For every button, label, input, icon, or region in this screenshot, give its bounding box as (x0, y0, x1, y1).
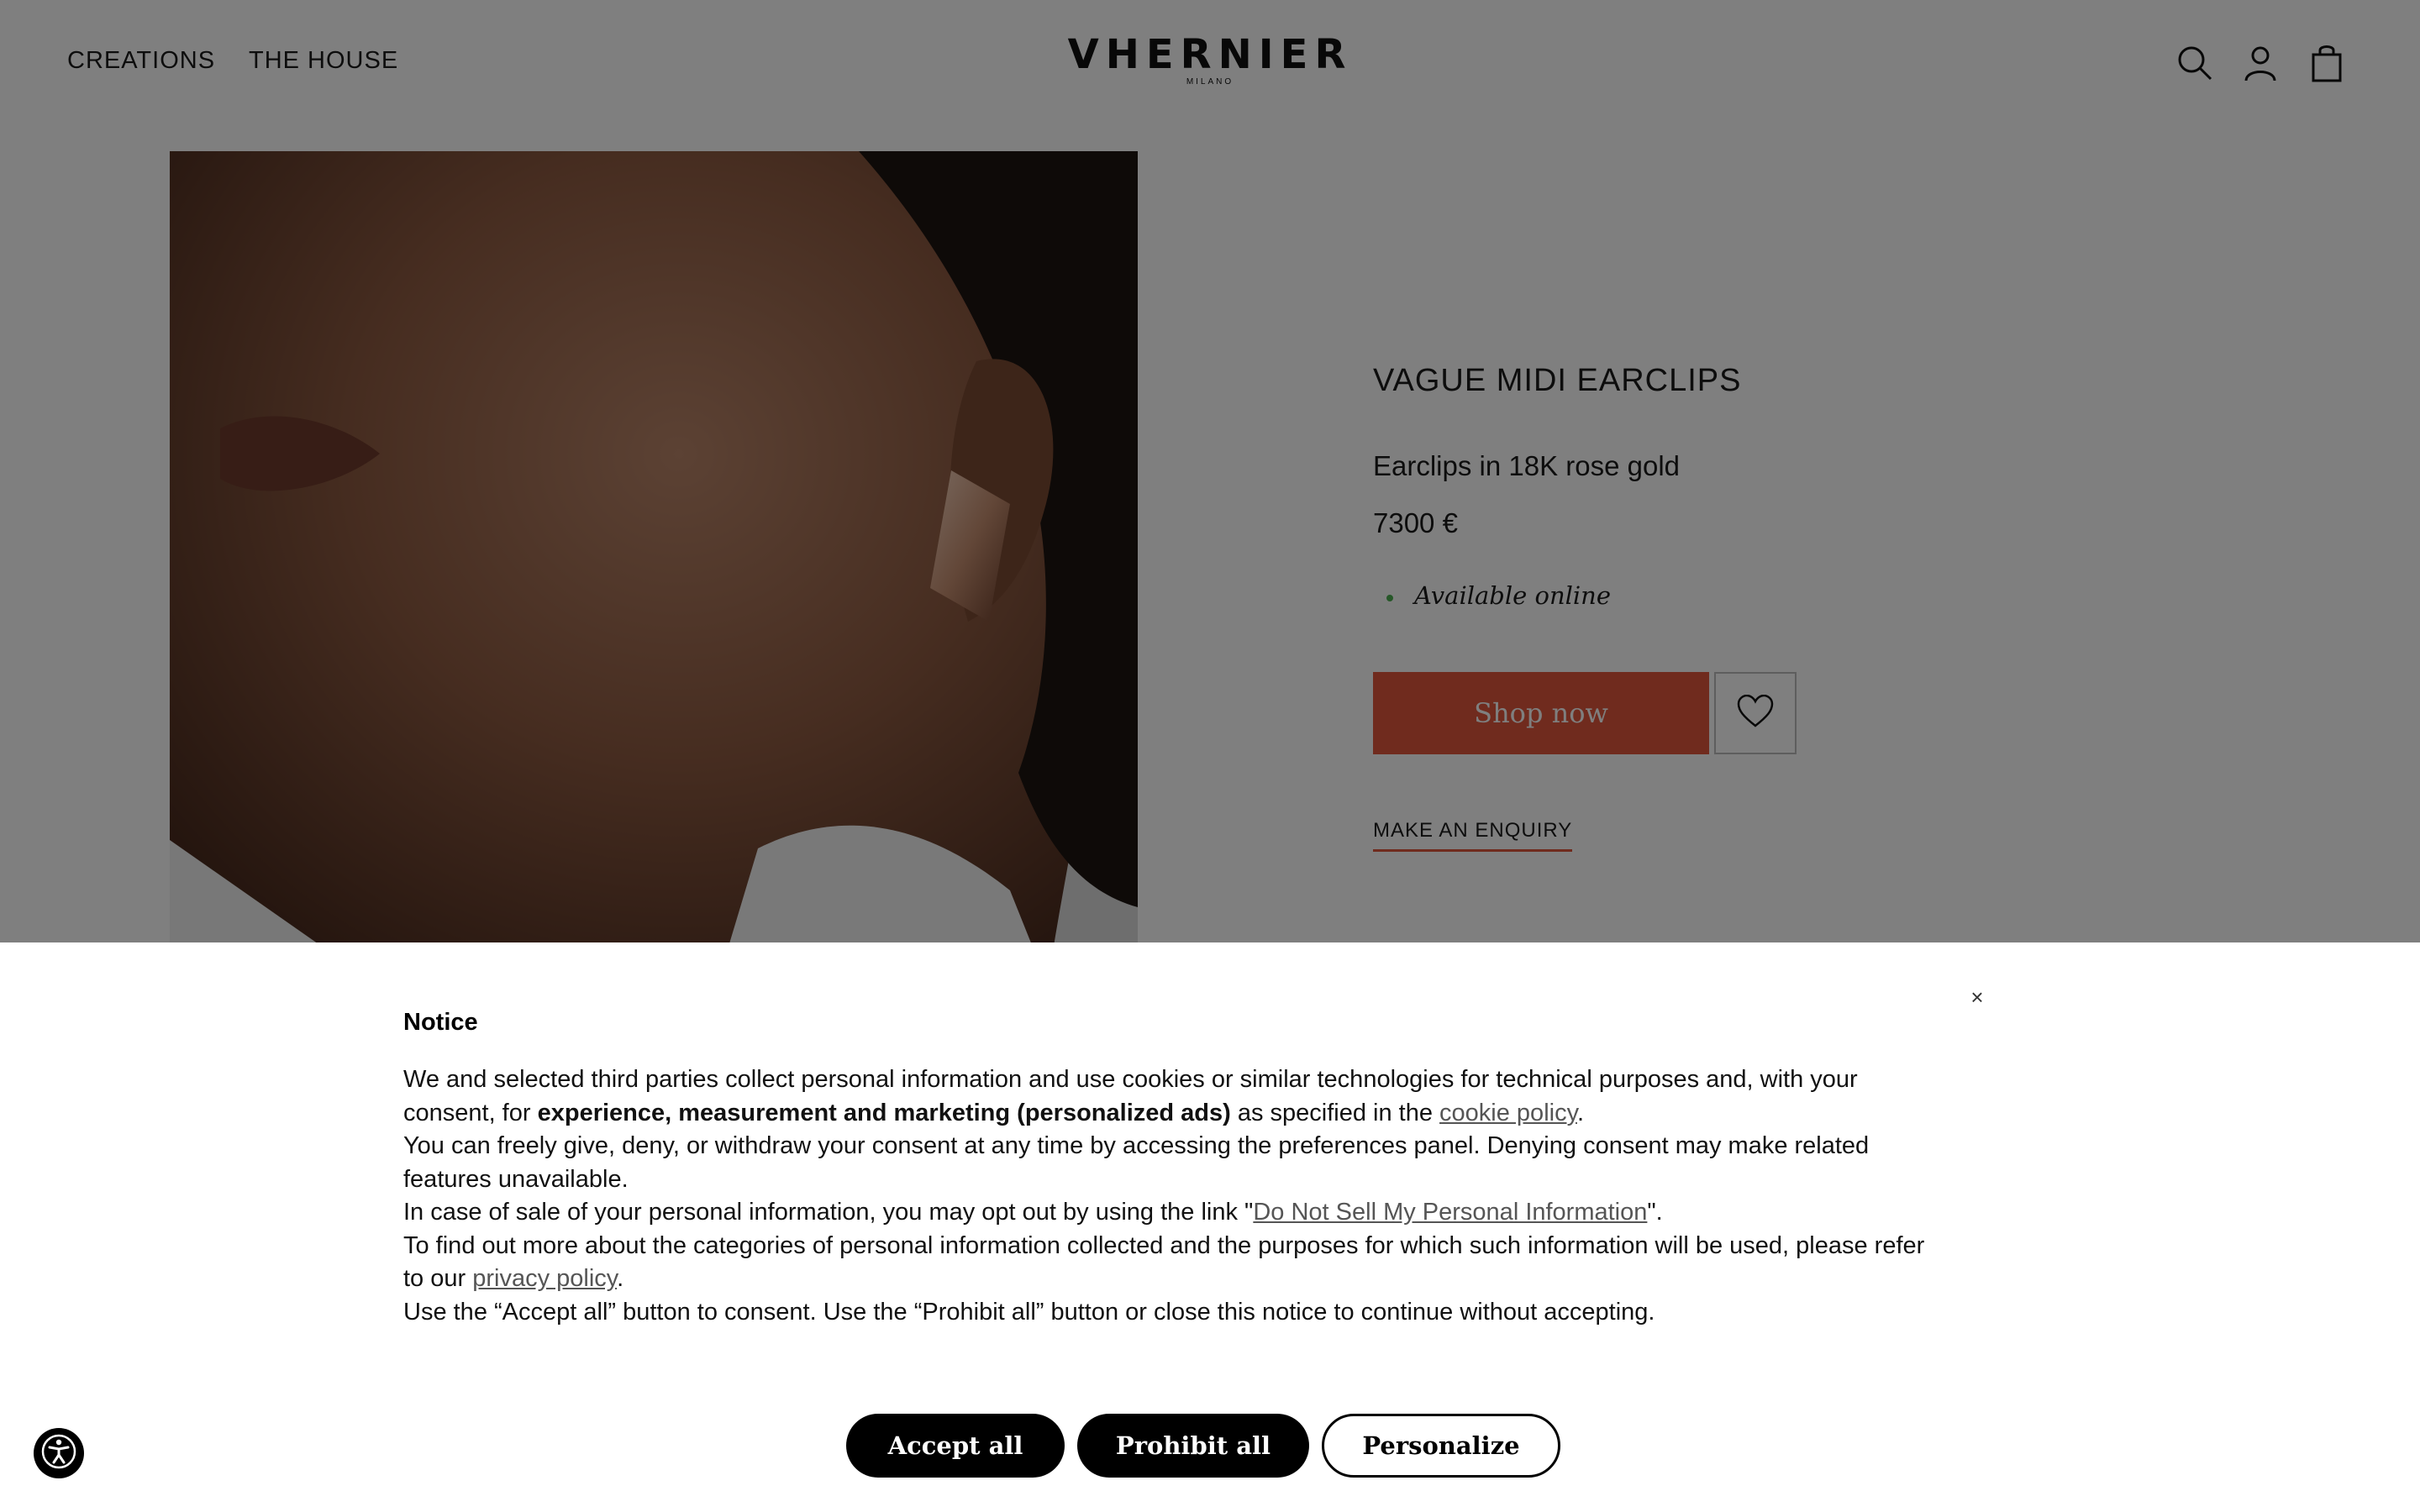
do-not-sell-link[interactable]: Do Not Sell My Personal Information (1253, 1199, 1647, 1226)
notice-paragraph: To find out more about the categories of… (403, 1230, 1941, 1296)
accessibility-icon (40, 1433, 77, 1474)
notice-text: To find out more about the categories of… (403, 1231, 1925, 1293)
modal-backdrop (0, 0, 2420, 942)
accessibility-button[interactable] (34, 1428, 84, 1478)
notice-paragraph: We and selected third parties collect pe… (403, 1063, 1941, 1130)
notice-text: . (1576, 1099, 1584, 1126)
notice-paragraph: In case of sale of your personal informa… (403, 1196, 1941, 1230)
notice-paragraph: You can freely give, deny, or withdraw y… (403, 1132, 1870, 1193)
close-icon[interactable]: × (1966, 986, 1988, 1008)
cookie-consent-banner: Notice × We and selected third parties c… (0, 942, 2420, 1512)
notice-title: Notice (403, 1009, 478, 1036)
notice-body: We and selected third parties collect pe… (403, 1063, 1941, 1329)
notice-emphasis: experience, measurement and marketing (p… (537, 1099, 1231, 1126)
cookie-policy-link[interactable]: cookie policy (1439, 1100, 1577, 1126)
notice-text: In case of sale of your personal informa… (403, 1199, 1254, 1226)
prohibit-all-button[interactable]: Prohibit all (1077, 1414, 1309, 1478)
notice-text: ". (1647, 1199, 1663, 1226)
personalize-button[interactable]: Personalize (1322, 1414, 1560, 1478)
notice-text: . (617, 1265, 624, 1292)
notice-paragraph: Use the “Accept all” button to consent. … (403, 1298, 1655, 1326)
accept-all-button[interactable]: Accept all (846, 1414, 1065, 1478)
privacy-policy-link[interactable]: privacy policy (472, 1265, 617, 1292)
notice-text: as specified in the (1230, 1099, 1440, 1126)
